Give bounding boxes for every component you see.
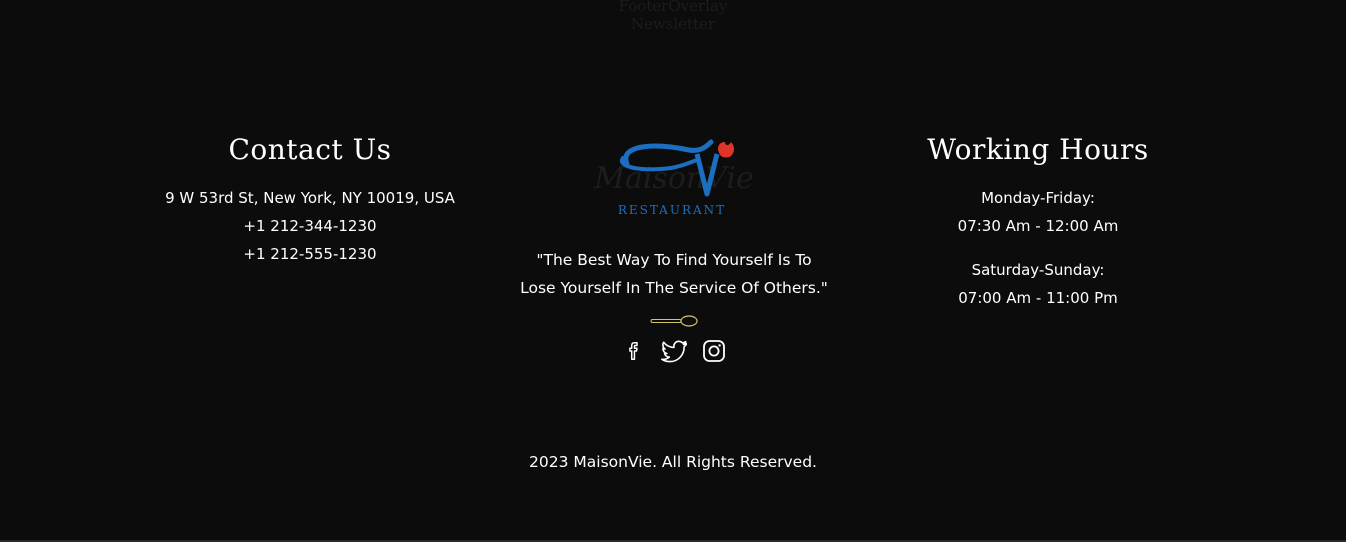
weekday-label: Monday-Friday: bbox=[981, 189, 1095, 207]
weekend-hours: Saturday-Sunday: 07:00 Am - 11:00 Pm bbox=[858, 256, 1218, 312]
instagram-icon bbox=[703, 340, 725, 362]
weekend-time: 07:00 Am - 11:00 Pm bbox=[958, 289, 1118, 307]
facebook-icon bbox=[629, 342, 638, 360]
working-hours-section: Working Hours Monday-Friday: 07:30 Am - … bbox=[858, 130, 1218, 328]
quote-line-2: Lose Yourself In The Service Of Others." bbox=[520, 279, 828, 297]
svg-text:RESTAURANT: RESTAURANT bbox=[618, 203, 726, 217]
newsletter-label: Newsletter bbox=[630, 15, 716, 33]
contact-address: 9 W 53rd St, New York, NY 10019, USA bbox=[165, 189, 455, 207]
instagram-link[interactable] bbox=[701, 338, 727, 364]
contact-phone-1: +1 212-344-1230 bbox=[243, 217, 377, 235]
facebook-link[interactable] bbox=[621, 338, 647, 364]
weekday-time: 07:30 Am - 12:00 Am bbox=[957, 217, 1119, 235]
twitter-link[interactable] bbox=[661, 338, 687, 364]
twitter-icon bbox=[661, 340, 687, 363]
restaurant-logo: MaisonVie RESTAURANT bbox=[593, 139, 754, 217]
copyright-text: 2023 MaisonVie. All Rights Reserved. bbox=[529, 453, 817, 471]
contact-title: Contact Us bbox=[228, 133, 392, 166]
weekend-label: Saturday-Sunday: bbox=[971, 261, 1105, 279]
working-hours-title: Working Hours bbox=[927, 133, 1149, 166]
weekday-hours: Monday-Friday: 07:30 Am - 12:00 Am bbox=[858, 184, 1218, 240]
brand-section: MaisonVie RESTAURANT "The Best Way To Fi… bbox=[494, 136, 854, 364]
contact-section: Contact Us 9 W 53rd St, New York, NY 100… bbox=[130, 130, 490, 268]
spoon-icon bbox=[650, 315, 698, 327]
brand-quote: "The Best Way To Find Yourself Is To Los… bbox=[494, 246, 854, 302]
contact-phone-2: +1 212-555-1230 bbox=[243, 245, 377, 263]
social-links bbox=[494, 338, 854, 364]
footer-overlay-label: FooterOverlay Newsletter bbox=[0, 0, 1346, 33]
quote-line-1: "The Best Way To Find Yourself Is To bbox=[536, 251, 812, 269]
overlay-title: FooterOverlay bbox=[618, 0, 728, 15]
